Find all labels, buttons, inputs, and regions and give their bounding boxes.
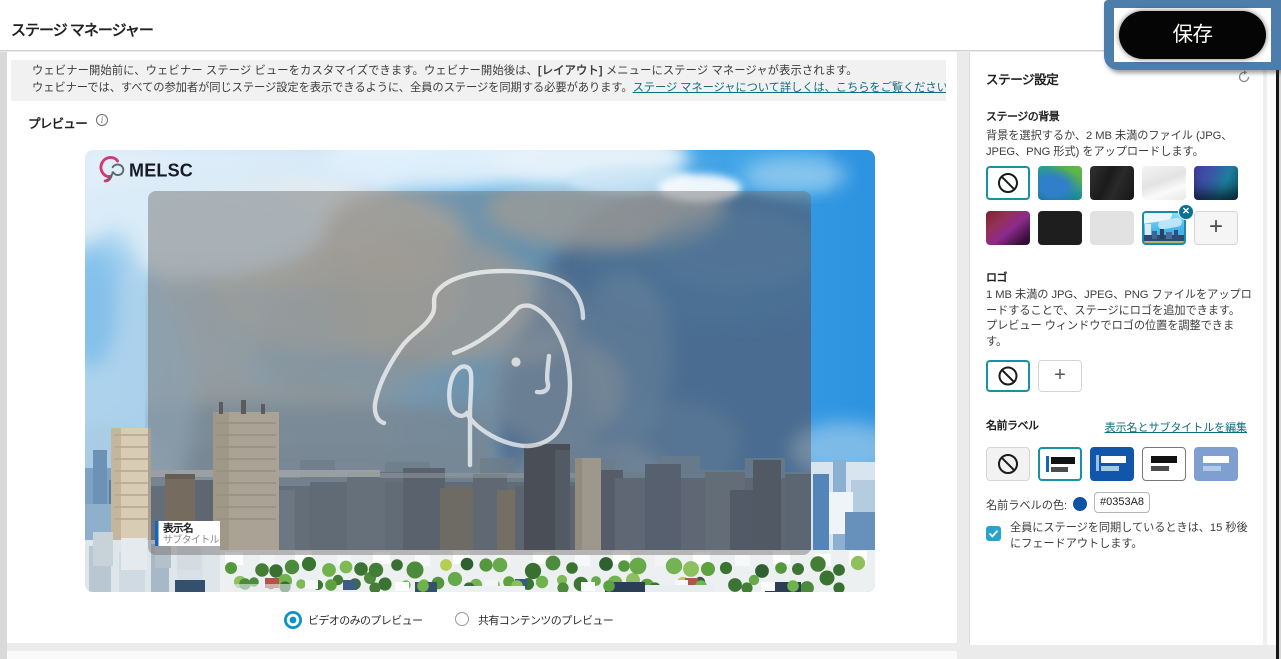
svg-text:MELSC: MELSC — [129, 161, 193, 181]
svg-text:サブタイトル: サブタイトル — [163, 533, 219, 546]
svg-text:表示名: 表示名 — [162, 522, 193, 535]
